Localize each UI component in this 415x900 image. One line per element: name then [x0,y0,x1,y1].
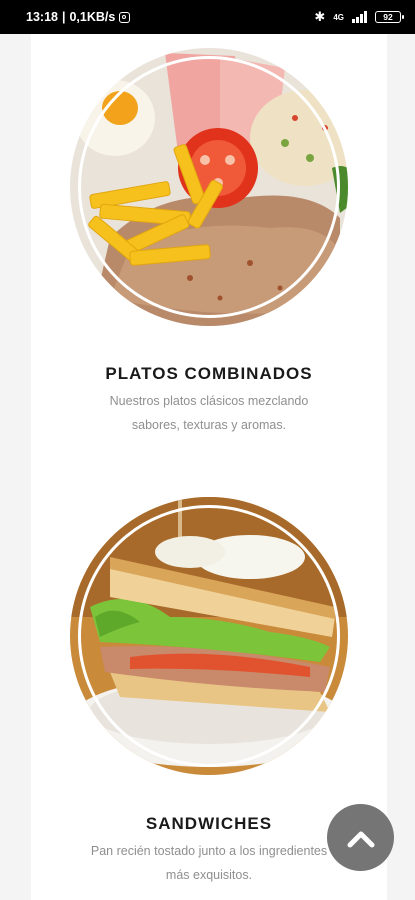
status-bar: 13:18 | 0,1KB/s ✱ 4G 92 [0,0,415,34]
section-description-line2: sabores, texturas y aromas. [131,418,287,432]
section-title-platos-combinados: PLATOS COMBINADOS [105,364,313,383]
chevron-up-icon [347,831,374,847]
signal-label: 4G [333,12,344,22]
section-description-line1: Nuestros platos clásicos mezclando [109,394,309,408]
instagram-icon [119,11,131,23]
status-network-speed: 0,1KB/s [69,10,116,24]
bluetooth-icon: ✱ [314,9,326,24]
battery-level: 92 [383,12,393,22]
battery-icon: 92 [375,11,404,23]
status-right: ✱ 4G 92 [314,9,404,25]
sandwich-ring [78,505,340,767]
status-time: 13:18 [26,10,58,24]
status-left: 13:18 | 0,1KB/s [26,10,131,24]
section-description-line2: más exquisitos. [165,868,253,882]
scroll-top-button[interactable] [327,804,394,871]
status-separator: | [61,10,66,24]
signal-icon [352,11,367,23]
combined-plate-ring [78,56,340,318]
